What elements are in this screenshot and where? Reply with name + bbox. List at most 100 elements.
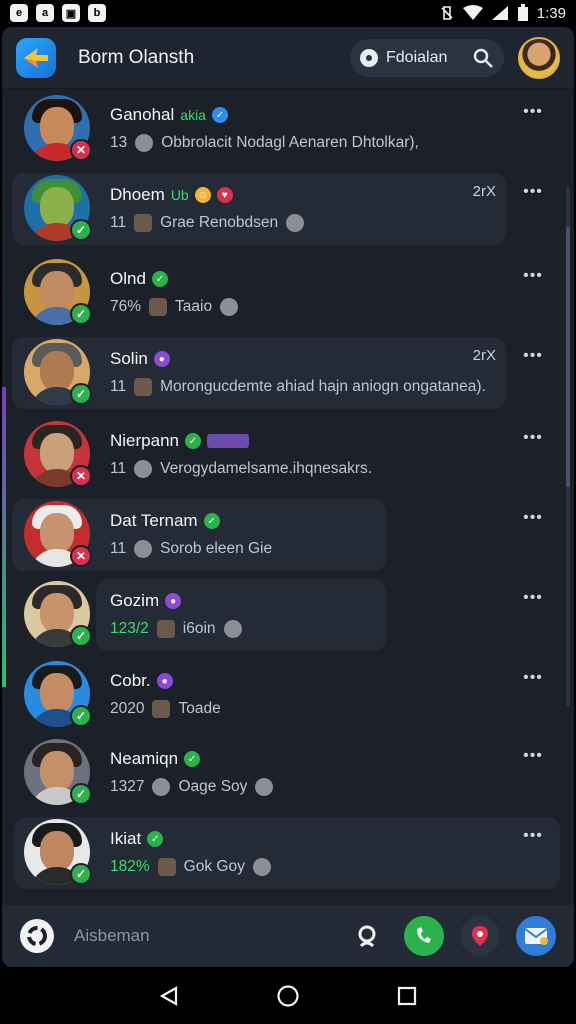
sticker-icon [134, 214, 153, 232]
more-options-icon[interactable]: ••• [520, 267, 546, 285]
clock: 1:39 [536, 4, 566, 22]
online-badge: ✓ [70, 705, 92, 727]
message-preview: Taaio [175, 298, 213, 315]
chat-name: Dhoem [110, 185, 165, 204]
sticker-icon [152, 700, 171, 718]
message-count: 1327 [110, 778, 145, 795]
chat-row[interactable]: ✓ Dhoem Ub ☺ ♥ 11 Grae Renobdsen 2rX ••• [12, 171, 560, 245]
online-badge: ✓ [70, 863, 92, 885]
bottom-bar: Aisbeman [2, 905, 574, 967]
back-icon[interactable] [158, 985, 180, 1007]
online-badge: ✓ [70, 625, 92, 647]
message-preview: Sorob eleen Gie [160, 540, 273, 557]
chat-name: Ganohal [110, 105, 175, 124]
chat-app-window: Borm Olansth Fdoialan ✕ Ganohal akia ✓ 1… [2, 27, 574, 967]
chat-row[interactable]: ✓ Gozim ● 123/2 i6oin ••• [12, 577, 560, 651]
more-options-icon[interactable]: ••• [520, 509, 546, 527]
reaction-icon [252, 858, 271, 876]
more-options-icon[interactable]: ••• [520, 669, 546, 687]
message-count: 13 [110, 134, 128, 151]
more-options-icon[interactable]: ••• [520, 747, 546, 765]
avatar: ✓ [24, 175, 92, 241]
app-menu-icon[interactable] [20, 919, 54, 953]
chat-name: Neamiqn [110, 749, 179, 768]
sticker-icon [134, 540, 153, 558]
sticker-icon [157, 858, 176, 876]
chat-list: ✕ Ganohal akia ✓ 13 Obbrolacit Nodagl Ae… [2, 91, 574, 903]
unread-badge: ✕ [70, 465, 92, 487]
message-preview: Toade [178, 700, 221, 717]
scrollbar[interactable] [566, 187, 570, 707]
verified-icon: ✓ [184, 751, 201, 767]
avatar: ✓ [24, 819, 92, 885]
sticker-icon [149, 298, 168, 316]
call-button[interactable] [404, 916, 444, 956]
scrollbar-thumb[interactable] [566, 227, 570, 487]
app-title: Borm Olansth [78, 46, 195, 68]
profile-avatar[interactable] [518, 36, 560, 79]
sticker-icon [134, 378, 153, 396]
compose-placeholder[interactable]: Aisbeman [74, 926, 150, 946]
chat-row[interactable]: ✓ Ikiat ✓ 182% Gok Goy ••• [12, 815, 560, 889]
message-preview: Verogydamelsame.ihqnesakrs. [160, 460, 373, 477]
chat-name-extra: akia [180, 107, 206, 123]
chat-row[interactable]: ✕ Ganohal akia ✓ 13 Obbrolacit Nodagl Ae… [12, 91, 560, 165]
verified-icon: ✓ [147, 831, 164, 847]
message-count: 11 [110, 378, 127, 395]
reaction-icon [220, 298, 239, 316]
search-pill[interactable]: Fdoialan [350, 38, 504, 77]
message-preview: Oage Soy [178, 778, 248, 795]
avatar: ✓ [24, 259, 92, 325]
message-count: 76% [110, 298, 142, 315]
app-header: Borm Olansth Fdoialan [2, 27, 574, 89]
envelope-icon [524, 928, 548, 945]
online-badge: ✓ [70, 783, 92, 805]
sticker-icon [134, 460, 153, 478]
contacts-button[interactable] [348, 916, 388, 956]
notification-app-icon: b [88, 4, 106, 22]
message-preview: Gok Goy [183, 858, 245, 875]
image-notification-icon: ▣ [62, 4, 80, 22]
location-button[interactable] [460, 916, 500, 956]
more-options-icon[interactable]: ••• [520, 183, 546, 201]
system-nav-bar [0, 968, 576, 1024]
mail-button[interactable] [516, 916, 556, 956]
message-count: 123/2 [110, 620, 149, 637]
badge-icon: ● [165, 593, 182, 609]
app-logo-icon[interactable] [16, 37, 56, 78]
sticker-icon [152, 778, 171, 796]
unread-badge: ✕ [70, 545, 92, 567]
chat-row[interactable]: ✓ Solin ● 11 Morongucdemte ahiad hajn an… [12, 335, 560, 409]
timestamp: 2rX [472, 183, 496, 200]
message-preview: Obbrolacit Nodagl Aenaren Dhtolkar), [161, 134, 419, 151]
chat-row[interactable]: ✓ Olnd ✓ 76% Taaio ••• [12, 255, 560, 329]
chat-row[interactable]: ✓ Cobr. ● 2020 Toade ••• [12, 657, 560, 731]
reaction-icon [223, 620, 242, 638]
message-count: 2020 [110, 700, 145, 717]
unread-badge: ✕ [70, 139, 92, 161]
avatar: ✓ [24, 339, 92, 405]
avatar: ✓ [24, 581, 92, 647]
message-preview: Morongucdemte ahiad hajn aniogn ongatane… [160, 378, 486, 395]
chat-row[interactable]: ✕ Nierpann ✓ 11 Verogydamelsame.ihqnesak… [12, 417, 560, 491]
more-options-icon[interactable]: ••• [520, 347, 546, 365]
more-options-icon[interactable]: ••• [520, 589, 546, 607]
avatar: ✕ [24, 95, 92, 161]
notification-app-icon: a [36, 4, 54, 22]
avatar: ✕ [24, 501, 92, 567]
battery-icon [517, 4, 528, 21]
badge-icon: ● [156, 673, 173, 689]
message-count: 11 [110, 214, 127, 231]
more-options-icon[interactable]: ••• [520, 827, 546, 845]
recents-icon[interactable] [396, 985, 418, 1007]
chat-row[interactable]: ✓ Neamiqn ✓ 1327 Oage Soy ••• [12, 735, 560, 809]
message-count: 11 [110, 540, 127, 557]
more-options-icon[interactable]: ••• [520, 429, 546, 447]
home-icon[interactable] [276, 984, 300, 1008]
reaction-icon [286, 214, 305, 232]
chat-row[interactable]: ✕ Dat Ternam ✓ 11 Sorob eleen Gie ••• [12, 497, 560, 571]
avatar: ✕ [24, 421, 92, 487]
chat-name: Gozim [110, 591, 160, 610]
search-icon[interactable] [472, 47, 494, 69]
more-options-icon[interactable]: ••• [520, 103, 546, 121]
